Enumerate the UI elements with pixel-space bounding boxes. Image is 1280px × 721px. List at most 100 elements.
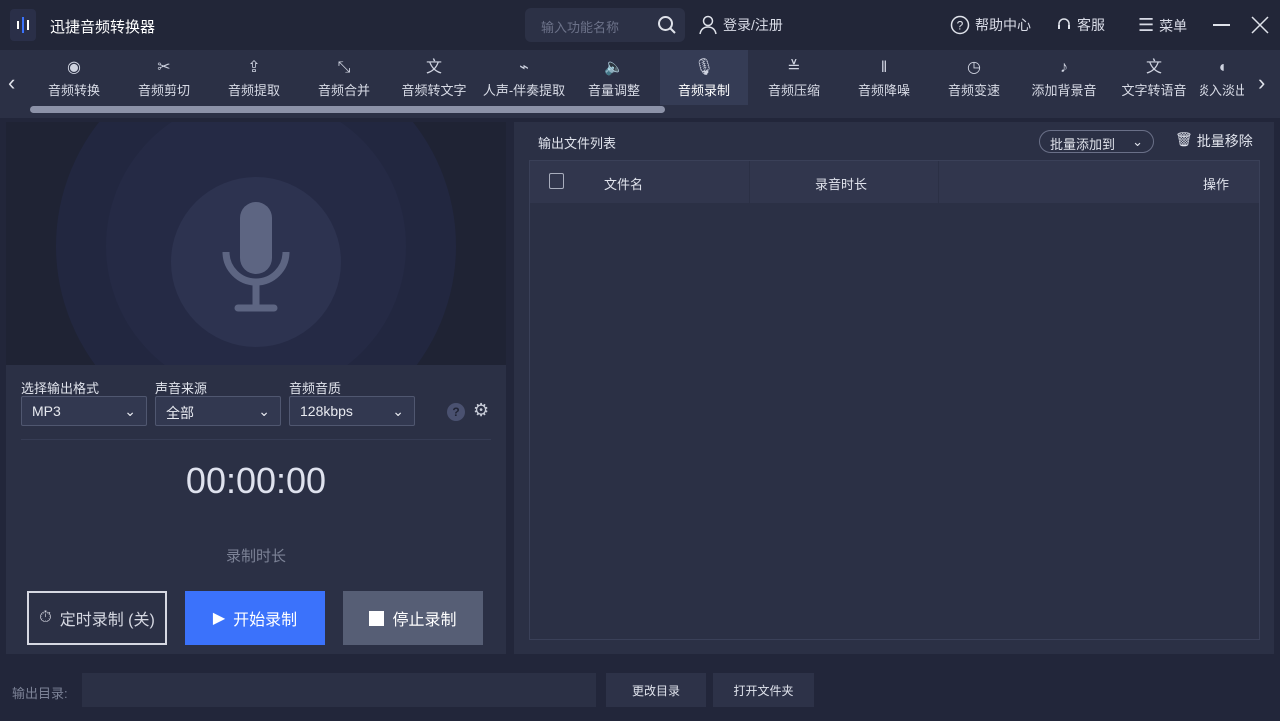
service-button[interactable]: 客服	[1056, 15, 1105, 35]
stopwatch-icon: ⏱	[39, 609, 51, 627]
tab-label: 音频录制	[678, 80, 730, 99]
tab-1[interactable]: ✂音频剪切	[120, 50, 208, 105]
quality-label: 音频音质	[289, 378, 341, 397]
tab-label: 音频变速	[948, 80, 1000, 99]
search-placeholder: 输入功能名称	[541, 17, 619, 36]
scheduled-record-button[interactable]: ⏱ 定时录制 (关)	[27, 591, 167, 645]
source-label: 声音来源	[155, 378, 207, 397]
tab-13[interactable]: ◖淡入淡出	[1200, 50, 1244, 105]
change-dir-button[interactable]: 更改目录	[606, 673, 706, 707]
tab-11[interactable]: ♪添加背景音	[1020, 50, 1108, 105]
search-input[interactable]: 输入功能名称	[525, 8, 685, 42]
menu-label: 菜单	[1159, 16, 1187, 36]
tab-icon: ⤡	[338, 58, 351, 80]
recorder-visual	[6, 122, 506, 365]
format-value: MP3	[32, 403, 61, 419]
select-all-checkbox[interactable]	[549, 173, 564, 189]
source-select[interactable]: 全部⌄	[155, 396, 281, 426]
tab-12[interactable]: 文文字转语音	[1110, 50, 1198, 105]
tab-scrollbar[interactable]	[30, 106, 665, 113]
help-button[interactable]: ? 帮助中心	[950, 15, 1031, 35]
chevron-down-icon: ⌄	[124, 403, 136, 419]
output-dir-input[interactable]	[82, 673, 596, 707]
tab-5[interactable]: ⌁人声-伴奏提取	[480, 50, 568, 105]
tab-label: 文字转语音	[1121, 80, 1186, 99]
recording-timer: 00:00:00	[6, 460, 506, 502]
tab-3[interactable]: ⤡音频合并	[300, 50, 388, 105]
tab-icon: ◉	[67, 58, 81, 80]
tab-8[interactable]: ≚音频压缩	[750, 50, 838, 105]
tab-6[interactable]: 🔈音量调整	[570, 50, 658, 105]
tab-label: 添加背景音	[1031, 80, 1096, 99]
tab-icon: ⇪	[247, 58, 260, 80]
open-folder-button[interactable]: 打开文件夹	[713, 673, 814, 707]
timer-caption: 录制时长	[6, 545, 506, 566]
menu-button[interactable]: ☰ 菜单	[1138, 15, 1187, 36]
tab-label: 人声-伴奏提取	[483, 80, 565, 99]
help-icon[interactable]: ?	[447, 403, 465, 421]
tab-icon: ✂	[157, 58, 170, 80]
chevron-down-icon: ⌄	[1132, 134, 1143, 149]
divider	[21, 439, 491, 440]
service-label: 客服	[1077, 15, 1105, 35]
format-select[interactable]: MP3 ⌄	[21, 396, 147, 426]
tab-label: 音频压缩	[768, 80, 820, 99]
tab-0[interactable]: ◉音频转换	[30, 50, 118, 105]
settings-gear-icon[interactable]: ⚙	[473, 400, 489, 421]
tab-icon: 🔈	[604, 58, 624, 80]
tab-label: 音量调整	[588, 80, 640, 99]
output-list-title: 输出文件列表	[538, 133, 616, 152]
minimize-button[interactable]	[1213, 24, 1230, 26]
tab-icon: ≚	[787, 58, 800, 80]
app-title: 迅捷音频转换器	[50, 16, 155, 37]
column-duration: 录音时长	[815, 174, 867, 193]
tab-label: 音频转文字	[401, 80, 466, 99]
stop-record-button[interactable]: 停止录制	[343, 591, 483, 645]
tab-icon: 文	[426, 58, 442, 80]
tab-label: 音频提取	[228, 80, 280, 99]
tab-label: 音频剪切	[138, 80, 190, 99]
menu-icon: ☰	[1138, 15, 1154, 36]
column-filename: 文件名	[604, 174, 643, 193]
close-button[interactable]	[1251, 16, 1269, 34]
tab-label: 淡入淡出	[1200, 80, 1244, 99]
trash-icon: 🗑	[1175, 131, 1193, 151]
tab-10[interactable]: ◷音频变速	[930, 50, 1018, 105]
quality-select[interactable]: 128kbps ⌄	[289, 396, 415, 426]
scroll-left-button[interactable]: ‹	[8, 70, 15, 96]
batch-add-label: 批量添加到	[1050, 134, 1115, 149]
tab-label: 音频降噪	[858, 80, 910, 99]
tab-2[interactable]: ⇪音频提取	[210, 50, 298, 105]
tab-icon: ⌁	[519, 58, 529, 80]
stop-record-label: 停止录制	[392, 606, 456, 630]
tab-icon: ◷	[967, 58, 981, 80]
format-label: 选择输出格式	[21, 378, 99, 397]
tab-label: 音频合并	[318, 80, 370, 99]
batch-add-dropdown[interactable]: 批量添加到 ⌄	[1039, 130, 1154, 153]
scroll-right-button[interactable]: ›	[1258, 70, 1265, 96]
chevron-down-icon: ⌄	[392, 403, 404, 419]
tab-icon: ‖	[881, 58, 888, 80]
play-icon: ▶	[213, 608, 225, 628]
tab-icon: 🎙	[694, 58, 714, 80]
tab-icon: ◖	[1217, 58, 1227, 80]
batch-remove-button[interactable]: 🗑批量移除	[1175, 131, 1253, 151]
tab-7[interactable]: 🎙音频录制	[660, 50, 748, 105]
login-button[interactable]: 登录/注册	[698, 15, 783, 35]
scheduled-record-label: 定时录制 (关)	[60, 606, 155, 630]
stop-icon	[369, 611, 384, 626]
start-record-label: 开始录制	[233, 606, 297, 630]
tab-9[interactable]: ‖音频降噪	[840, 50, 928, 105]
start-record-button[interactable]: ▶ 开始录制	[185, 591, 325, 645]
file-table: 文件名 录音时长 操作	[529, 160, 1260, 640]
search-icon[interactable]	[657, 15, 677, 35]
batch-remove-label: 批量移除	[1197, 131, 1253, 151]
quality-value: 128kbps	[300, 403, 353, 419]
tab-label: 音频转换	[48, 80, 100, 99]
tab-4[interactable]: 文音频转文字	[390, 50, 478, 105]
column-actions: 操作	[1203, 174, 1229, 193]
microphone-icon	[216, 200, 296, 315]
help-label: 帮助中心	[975, 15, 1031, 35]
tab-icon: ♪	[1060, 58, 1068, 80]
table-header: 文件名 录音时长 操作	[530, 161, 1259, 203]
